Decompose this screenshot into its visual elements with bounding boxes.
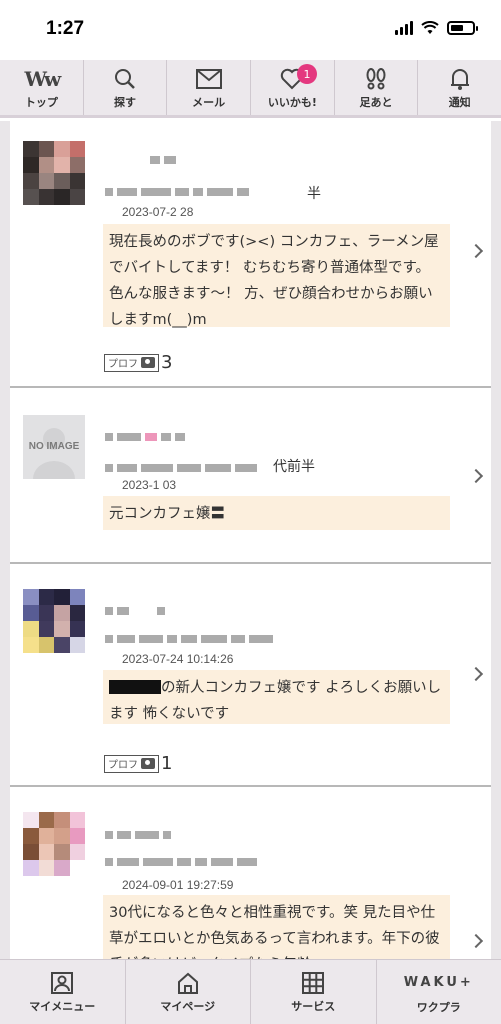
nav-mail[interactable]: メール (167, 60, 252, 115)
blurred-name (105, 607, 165, 615)
message-preview: 30代になると色々と相性重視です。笑 見た目や仕草がエロいとか色気あるって言われ… (103, 895, 450, 959)
blurred-meta (105, 858, 257, 866)
chevron-right-icon (468, 933, 484, 949)
nav-label: いいかも! (267, 95, 317, 109)
post-date: 2023-07-24 10:14:26 (122, 652, 234, 666)
post-date: 2023-07-2 28 (122, 205, 194, 219)
blurred-name (150, 156, 176, 164)
signal-icon (395, 21, 413, 35)
message-preview: 現在長めのボブです(><) コンカフェ、ラーメン屋でバイトしてます！ むちむち寄… (103, 224, 450, 328)
status-time: 1:27 (46, 18, 85, 39)
blurred-meta (105, 464, 257, 472)
nav-search[interactable]: 探す (84, 60, 168, 115)
bnav-label: マイページ (160, 999, 216, 1013)
footprint-icon (366, 67, 386, 89)
nav-top[interactable]: Ww トップ (0, 60, 84, 115)
status-icons (395, 21, 478, 35)
post-date: 2024-09-01 19:27:59 (122, 878, 234, 892)
mail-icon (195, 68, 222, 89)
bell-icon (450, 68, 469, 90)
nav-label: トップ (24, 95, 58, 109)
photo-count: 1 (161, 753, 173, 774)
avatar[interactable] (23, 141, 85, 205)
bnav-wakupura[interactable]: WAKU+ ワクプラ (377, 960, 501, 1024)
nav-label: 探す (114, 95, 136, 109)
like-count-badge: 1 (297, 64, 318, 84)
chevron-right-icon (468, 468, 484, 484)
bnav-my-menu[interactable]: マイメニュー (0, 960, 126, 1024)
nav-footprint[interactable]: 足あと (335, 60, 419, 115)
blurred-name (105, 831, 171, 839)
prof-label: プロフ (108, 760, 138, 771)
blurred-name (105, 433, 185, 441)
avatar[interactable]: NO IMAGE (23, 415, 85, 479)
person-icon (51, 971, 74, 994)
top-nav: Ww トップ 探す メール 1 いいかも! 足あと 通知 (0, 60, 501, 118)
list-item[interactable]: 2023-07-24 10:14:26 の新人コンカフェ嬢です よろしくお願いし… (10, 565, 491, 787)
camera-icon (141, 758, 155, 769)
bnav-my-page[interactable]: マイページ (126, 960, 251, 1024)
message-preview: の新人コンカフェ嬢です よろしくお願いします 怖くないです (103, 670, 450, 724)
grid-icon (302, 971, 325, 994)
home-icon (177, 972, 198, 994)
list-item[interactable]: 2024-09-01 19:27:59 30代になると色々と相性重視です。笑 見… (10, 788, 491, 959)
blurred-meta (105, 188, 249, 196)
status-bar: 1:27 (0, 0, 501, 60)
camera-icon (141, 357, 155, 368)
waku-logo-icon: WAKU+ (403, 975, 474, 990)
noimage-label: NO IMAGE (28, 441, 80, 452)
nav-notify[interactable]: 通知 (418, 60, 501, 115)
wifi-icon (421, 21, 439, 34)
profile-list: 半 2023-07-2 28 現在長めのボブです(><) コンカフェ、ラーメン屋… (0, 121, 501, 959)
avatar[interactable] (23, 589, 85, 653)
chevron-right-icon (468, 243, 484, 259)
post-date: 2023-1 03 (122, 478, 177, 492)
age-suffix: 代前半 (273, 459, 315, 475)
profile-photo-tag: プロフ 3 (104, 352, 172, 373)
profile-photo-tag: プロフ 1 (104, 753, 172, 774)
age-suffix: 半 (307, 186, 321, 202)
bnav-label: サービス (291, 999, 336, 1013)
nav-like[interactable]: 1 いいかも! (251, 60, 335, 115)
nav-label: 通知 (448, 95, 471, 109)
nav-label: 足あと (359, 95, 393, 109)
photo-count: 3 (161, 352, 173, 373)
chevron-right-icon (468, 666, 484, 682)
prof-label: プロフ (108, 359, 138, 370)
list-item[interactable]: NO IMAGE 代前半 2023-1 03 元コンカフェ嬢〓 (10, 389, 491, 564)
nav-label: メール (192, 95, 226, 109)
bnav-label: マイメニュー (29, 999, 96, 1013)
bnav-service[interactable]: サービス (251, 960, 377, 1024)
bnav-label: ワクプラ (416, 1000, 461, 1014)
ww-logo-icon: Ww (24, 66, 61, 91)
battery-icon (447, 21, 478, 35)
message-preview: 元コンカフェ嬢〓 (103, 496, 450, 530)
list-item[interactable]: 半 2023-07-2 28 現在長めのボブです(><) コンカフェ、ラーメン屋… (10, 121, 491, 388)
avatar[interactable] (23, 812, 85, 876)
bottom-nav: マイメニュー マイページ サービス WAKU+ ワクプラ (0, 959, 501, 1024)
redacted-text (109, 680, 161, 694)
search-icon (115, 68, 135, 89)
blurred-meta (105, 635, 273, 643)
